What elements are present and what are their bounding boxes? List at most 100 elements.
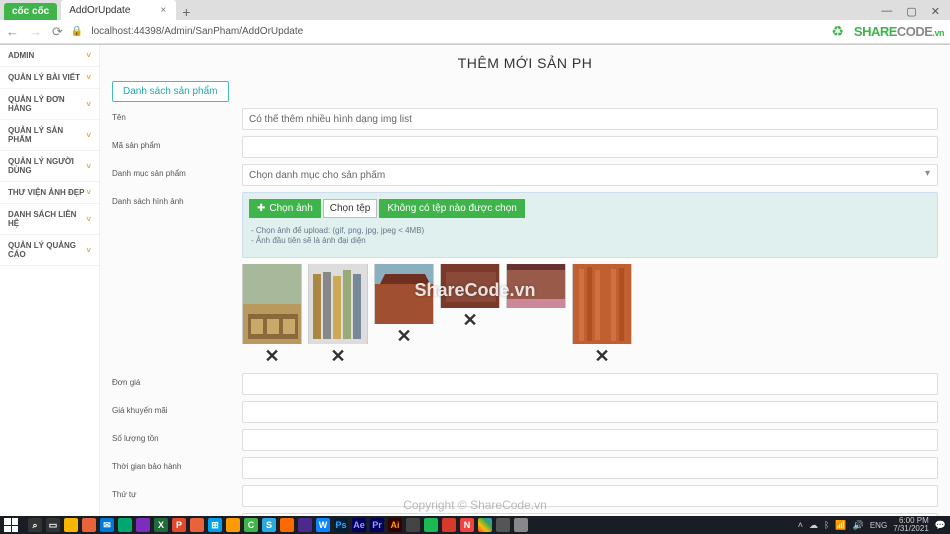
sidebar-item-thuvien[interactable]: THƯ VIỆN ẢNH ĐẸP˅	[0, 182, 99, 204]
input-thutu[interactable]	[242, 485, 938, 507]
upload-hint-2: - Ảnh đầu tiên sẽ là ảnh đại diện	[251, 236, 929, 246]
task-icon[interactable]	[496, 518, 510, 532]
label-danhmuc: Danh mục sản phẩm	[112, 164, 242, 178]
tray-wifi-icon[interactable]: 📶	[835, 520, 846, 531]
input-tgbh[interactable]	[242, 457, 938, 479]
label-dongia: Đơn giá	[112, 373, 242, 387]
sidebar-item-baiviet[interactable]: QUẢN LÝ BÀI VIẾT˅	[0, 67, 99, 89]
input-ma[interactable]	[242, 136, 938, 158]
task-icon[interactable]: X	[154, 518, 168, 532]
select-danhmuc[interactable]: Chọn danh mục cho sản phẩm	[242, 164, 938, 186]
task-icon[interactable]: Pr	[370, 518, 384, 532]
input-ten[interactable]	[242, 108, 938, 130]
window-close-icon[interactable]: ✕	[931, 5, 940, 18]
image-upload-panel: ✚Chọn ảnh Chọn tệp Không có tệp nào được…	[242, 192, 938, 258]
start-button[interactable]	[4, 518, 18, 532]
task-icon[interactable]: W	[316, 518, 330, 532]
chevron-down-icon: ˅	[86, 188, 91, 197]
sidebar-item-nguoidung[interactable]: QUẢN LÝ NGƯỜI DÙNG˅	[0, 151, 99, 182]
tab-close-icon[interactable]: ×	[160, 5, 166, 16]
product-list-button[interactable]: Danh sách sản phẩm	[112, 81, 229, 102]
nav-reload-icon[interactable]: ⟳	[52, 24, 63, 40]
admin-sidebar: ADMIN˅ QUẢN LÝ BÀI VIẾT˅ QUẢN LÝ ĐƠN HÀN…	[0, 45, 100, 517]
task-icon[interactable]: P	[172, 518, 186, 532]
sidebar-item-sanpham[interactable]: QUẢN LÝ SẢN PHẨM˅	[0, 120, 99, 151]
task-icon[interactable]	[424, 518, 438, 532]
task-icon[interactable]	[136, 518, 150, 532]
thumbnail[interactable]	[572, 264, 632, 344]
task-icon[interactable]: Ps	[334, 518, 348, 532]
task-icon[interactable]: ✉	[100, 518, 114, 532]
task-icon[interactable]	[64, 518, 78, 532]
task-icon[interactable]: ⌕	[28, 518, 42, 532]
label-dsanh: Danh sách hình ảnh	[112, 192, 242, 206]
tray-cloud-icon[interactable]: ☁	[809, 520, 818, 531]
tray-clock[interactable]: 6:00 PM 7/31/2021	[893, 517, 929, 533]
upload-hint-1: - Chọn ảnh để upload: (gif, png, jpg, jp…	[251, 226, 929, 236]
remove-thumb-icon[interactable]: ✕	[462, 310, 477, 331]
task-icon[interactable]	[442, 518, 456, 532]
tab-title: AddOrUpdate	[69, 5, 130, 16]
task-icon[interactable]	[514, 518, 528, 532]
tray-lang[interactable]: ENG	[870, 521, 887, 530]
remove-thumb-icon[interactable]: ✕	[396, 326, 411, 347]
input-slton[interactable]	[242, 429, 938, 451]
remove-thumb-icon[interactable]: ✕	[594, 346, 609, 367]
lock-icon: 🔒	[71, 26, 83, 37]
thumbnail[interactable]	[242, 264, 302, 344]
thumbnail[interactable]	[374, 264, 434, 324]
remove-thumb-icon[interactable]: ✕	[264, 346, 279, 367]
address-bar[interactable]: localhost:44398/Admin/SanPham/AddOrUpdat…	[91, 26, 823, 37]
chevron-down-icon: ˅	[86, 51, 91, 60]
task-icon[interactable]: N	[460, 518, 474, 532]
file-input-button[interactable]: Chọn tệp	[323, 199, 378, 218]
task-icon[interactable]: Ai	[388, 518, 402, 532]
task-icon[interactable]	[190, 518, 204, 532]
remove-thumb-icon[interactable]: ✕	[330, 346, 345, 367]
input-giakm[interactable]	[242, 401, 938, 423]
task-icon[interactable]: ▭	[46, 518, 60, 532]
task-icon[interactable]	[406, 518, 420, 532]
task-icon[interactable]: ⊞	[208, 518, 222, 532]
chevron-down-icon: ˅	[86, 215, 91, 224]
browser-tab[interactable]: AddOrUpdate ×	[61, 0, 176, 20]
sidebar-item-donhang[interactable]: QUẢN LÝ ĐƠN HÀNG˅	[0, 89, 99, 120]
window-minimize-icon[interactable]: —	[881, 5, 892, 18]
tray-volume-icon[interactable]: 🔊	[853, 520, 864, 531]
tray-notifications-icon[interactable]: 💬	[935, 520, 946, 531]
file-input-status: Không có tệp nào được chọn	[379, 199, 524, 218]
task-icon[interactable]	[280, 518, 294, 532]
new-tab-button[interactable]: +	[182, 4, 190, 20]
label-ten: Tên	[112, 108, 242, 122]
task-icon[interactable]: Ae	[352, 518, 366, 532]
input-dongia[interactable]	[242, 373, 938, 395]
plus-icon: ✚	[257, 203, 265, 214]
task-icon[interactable]	[298, 518, 312, 532]
windows-taskbar: ⌕ ▭ ✉ X P ⊞ C S W Ps Ae Pr Ai N ˄ ☁ ᛒ 📶 …	[0, 516, 950, 534]
task-icon[interactable]: C	[244, 518, 258, 532]
task-icon[interactable]	[226, 518, 240, 532]
chevron-down-icon: ˅	[86, 100, 91, 109]
tray-chevron-icon[interactable]: ˄	[798, 520, 803, 530]
task-icon[interactable]	[118, 518, 132, 532]
thumbnail[interactable]	[506, 264, 566, 308]
task-icon[interactable]	[478, 518, 492, 532]
tray-bluetooth-icon[interactable]: ᛒ	[824, 520, 829, 530]
sidebar-item-quangcao[interactable]: QUẢN LÝ QUẢNG CÁO˅	[0, 235, 99, 266]
chevron-down-icon: ˅	[86, 162, 91, 171]
label-ma: Mã sản phẩm	[112, 136, 242, 150]
thumbnail[interactable]	[440, 264, 500, 308]
label-tgbh: Thời gian bảo hành	[112, 457, 242, 471]
browser-brand: cốc cốc	[4, 3, 57, 20]
sharecode-logo: SHARECODE.vn	[854, 24, 944, 39]
task-icon[interactable]	[82, 518, 96, 532]
thumbnail[interactable]	[308, 264, 368, 344]
thumbnail-row: ✕ ✕ ✕	[242, 264, 938, 367]
nav-forward-icon[interactable]: →	[29, 24, 42, 40]
task-icon[interactable]: S	[262, 518, 276, 532]
sidebar-item-admin[interactable]: ADMIN˅	[0, 45, 99, 67]
window-maximize-icon[interactable]: ▢	[906, 5, 916, 18]
choose-image-button[interactable]: ✚Chọn ảnh	[249, 199, 321, 218]
nav-back-icon[interactable]: ←	[6, 24, 19, 40]
sidebar-item-lienhe[interactable]: DANH SÁCH LIÊN HỆ˅	[0, 204, 99, 235]
